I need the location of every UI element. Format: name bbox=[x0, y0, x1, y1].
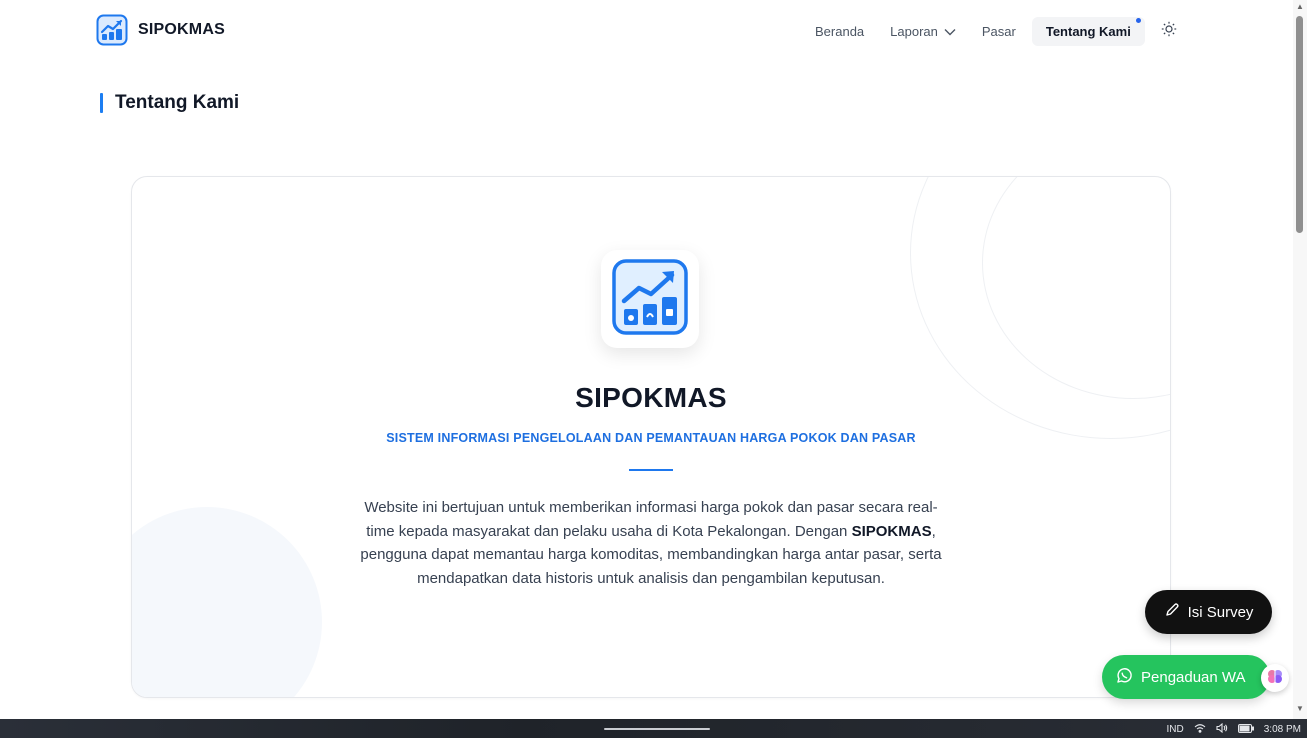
scrollbar-thumb[interactable] bbox=[1296, 16, 1303, 233]
sun-icon bbox=[1161, 21, 1177, 42]
chevron-down-icon bbox=[944, 24, 956, 39]
card-subtitle: SISTEM INFORMASI PENGELOLAAN DAN PEMANTA… bbox=[386, 431, 916, 445]
card-title: SIPOKMAS bbox=[575, 382, 727, 413]
brand-name: SIPOKMAS bbox=[138, 21, 225, 38]
whatsapp-button-label: Pengaduan WA bbox=[1141, 668, 1246, 686]
scroll-down-arrow-icon[interactable]: ▼ bbox=[1296, 704, 1304, 713]
theme-toggle-button[interactable] bbox=[1155, 18, 1183, 46]
nav-item-beranda[interactable]: Beranda bbox=[805, 17, 874, 46]
chart-growth-icon bbox=[610, 257, 690, 342]
clock[interactable]: 3:08 PM bbox=[1264, 724, 1301, 735]
whatsapp-icon bbox=[1116, 667, 1133, 688]
description-brand: SIPOKMAS bbox=[851, 522, 932, 540]
battery-icon[interactable] bbox=[1237, 723, 1254, 736]
page-scrollbar[interactable]: ▲ ▼ bbox=[1293, 0, 1307, 719]
top-navbar: SIPOKMAS Beranda Laporan Pasar Tentang K… bbox=[0, 0, 1293, 64]
nav-item-label: Pasar bbox=[981, 24, 1016, 39]
nav-item-tentang-kami[interactable]: Tentang Kami bbox=[1031, 17, 1145, 46]
survey-button[interactable]: Isi Survey bbox=[1145, 590, 1272, 634]
wifi-icon[interactable] bbox=[1194, 723, 1206, 736]
nav-item-label: Tentang Kami bbox=[1045, 24, 1131, 39]
app-logo bbox=[601, 250, 699, 348]
pencil-icon bbox=[1164, 602, 1180, 622]
survey-button-label: Isi Survey bbox=[1187, 603, 1254, 621]
nav-item-pasar[interactable]: Pasar bbox=[972, 17, 1026, 46]
os-taskbar: IND 3:08 PM bbox=[0, 719, 1307, 738]
nav-item-label: Beranda bbox=[815, 24, 865, 39]
brand-logo-icon bbox=[96, 14, 128, 46]
volume-icon[interactable] bbox=[1216, 722, 1228, 736]
page-title: Tentang Kami bbox=[115, 92, 240, 113]
decorative-blob bbox=[132, 507, 322, 697]
about-description: Website ini bertujuan untuk memberikan i… bbox=[351, 496, 951, 590]
nav-item-laporan[interactable]: Laporan bbox=[880, 17, 966, 46]
title-divider bbox=[629, 469, 673, 471]
title-accent-bar bbox=[100, 93, 103, 113]
brand[interactable]: SIPOKMAS bbox=[96, 14, 225, 46]
language-indicator[interactable]: IND bbox=[1167, 724, 1184, 735]
ai-assistant-button[interactable] bbox=[1261, 664, 1289, 692]
system-tray: IND 3:08 PM bbox=[1167, 722, 1301, 736]
nav-menu: Beranda Laporan Pasar Tentang Kami bbox=[805, 17, 1183, 46]
scroll-up-arrow-icon[interactable]: ▲ bbox=[1296, 2, 1304, 11]
about-card: SIPOKMAS SISTEM INFORMASI PENGELOLAAN DA… bbox=[131, 176, 1171, 698]
page-heading: Tentang Kami bbox=[100, 92, 239, 114]
home-indicator[interactable] bbox=[604, 728, 710, 730]
active-indicator-dot bbox=[1135, 18, 1141, 23]
brain-icon bbox=[1266, 667, 1284, 690]
nav-item-label: Laporan bbox=[890, 24, 938, 39]
whatsapp-complaint-button[interactable]: Pengaduan WA bbox=[1102, 655, 1270, 699]
